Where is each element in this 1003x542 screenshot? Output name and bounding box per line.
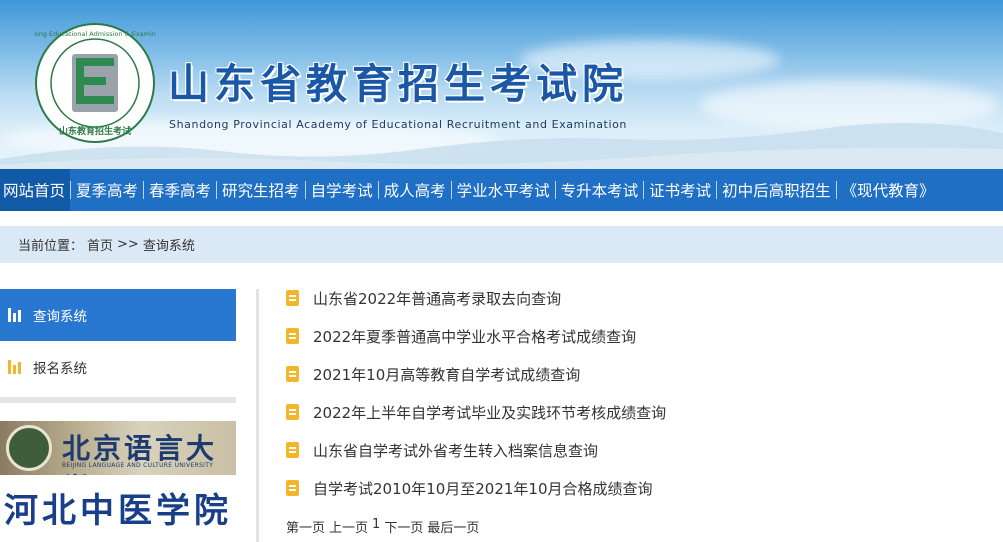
first-page-link[interactable]: 第一页	[286, 517, 325, 536]
document-icon	[286, 366, 299, 382]
sidebar-item-query-system[interactable]: 查询系统	[0, 289, 236, 341]
nav-item-self-study-exam[interactable]: 自学考试	[306, 169, 378, 211]
nav-item-summer-gaokao[interactable]: 夏季高考	[71, 169, 143, 211]
sidebar-item-label: 查询系统	[33, 309, 87, 325]
nav-item-adult-exam[interactable]: 成人高考	[379, 169, 451, 211]
breadcrumb-current: 查询系统	[142, 239, 195, 254]
nav-item-graduate-exam[interactable]: 研究生招考	[217, 169, 305, 211]
ad-banner-beijing-language-university[interactable]: 北京语言大学 BEIJING LANGUAGE AND CULTURE UNIV…	[0, 421, 236, 475]
sidebar: 查询系统 报名系统 北京语言大学 BEIJING LANGUAGE AND CU…	[0, 289, 236, 541]
document-icon	[286, 480, 299, 496]
nav-item-upgrade-exam[interactable]: 专升本考试	[556, 169, 644, 211]
header-banner: 山东教育招生考试 Shandong Educational Admission …	[0, 0, 1003, 169]
university-seal-icon	[6, 425, 52, 471]
document-icon	[286, 290, 299, 306]
site-subtitle: Shandong Provincial Academy of Education…	[169, 118, 628, 131]
list-item-link[interactable]: 2021年10月高等教育自学考试成绩查询	[313, 364, 580, 385]
breadcrumb-prefix: 当前位置：	[18, 239, 84, 254]
nav-item-modern-education[interactable]: 《现代教育》	[837, 169, 940, 211]
site-title: 山东省教育招生考试院	[168, 60, 628, 108]
breadcrumb-home-link[interactable]: 首页	[87, 235, 113, 254]
last-page-link[interactable]: 最后一页	[427, 517, 479, 536]
document-icon	[286, 442, 299, 458]
list-item-link[interactable]: 2022年夏季普通高中学业水平合格考试成绩查询	[313, 326, 636, 347]
list-item[interactable]: 山东省2022年普通高考录取去向查询	[286, 279, 986, 317]
logo-bottom-text: 山东教育招生考试	[59, 125, 131, 137]
list-item[interactable]: 2022年夏季普通高中学业水平合格考试成绩查询	[286, 317, 986, 355]
document-icon	[286, 404, 299, 420]
list-item-link[interactable]: 山东省自学考试外省考生转入档案信息查询	[313, 440, 598, 461]
nav-item-spring-gaokao[interactable]: 春季高考	[144, 169, 216, 211]
list-item-link[interactable]: 2022年上半年自学考试毕业及实践环节考核成绩查询	[313, 402, 666, 423]
ad-subtitle: BEIJING LANGUAGE AND CULTURE UNIVERSITY	[62, 462, 214, 469]
list-item-link[interactable]: 山东省2022年普通高考录取去向查询	[313, 288, 561, 309]
nav-item-vocational-enrollment[interactable]: 初中后高职招生	[717, 169, 836, 211]
logo-ring-text: Shandong Educational Admission & Examina…	[34, 30, 156, 38]
query-list: 山东省2022年普通高考录取去向查询 2022年夏季普通高中学业水平合格考试成绩…	[286, 279, 986, 507]
nav-item-home[interactable]: 网站首页	[0, 169, 71, 211]
ad-title: 河北中医学院	[4, 491, 232, 531]
sidebar-item-label: 报名系统	[33, 361, 87, 377]
content-divider	[256, 289, 259, 542]
nav-item-certificate-exam[interactable]: 证书考试	[644, 169, 716, 211]
list-item[interactable]: 自学考试2010年10月至2021年10月合格成绩查询	[286, 469, 986, 507]
bar-chart-icon	[8, 308, 24, 322]
bar-chart-icon	[8, 360, 24, 374]
list-item[interactable]: 2022年上半年自学考试毕业及实践环节考核成绩查询	[286, 393, 986, 431]
nav-item-proficiency-exam[interactable]: 学业水平考试	[452, 169, 555, 211]
list-item-link[interactable]: 自学考试2010年10月至2021年10月合格成绩查询	[313, 478, 653, 499]
list-item[interactable]: 2021年10月高等教育自学考试成绩查询	[286, 355, 986, 393]
prev-page-link[interactable]: 上一页	[329, 517, 368, 536]
next-page-link[interactable]: 下一页	[384, 517, 423, 536]
academy-logo: 山东教育招生考试 Shandong Educational Admission …	[34, 23, 156, 143]
pagination: 第一页 上一页 1 下一页 最后一页	[286, 517, 479, 536]
breadcrumb: 当前位置： 首页 >> 查询系统	[0, 226, 1003, 263]
ad-banner-hebei-tcm-college[interactable]: 河北中医学院	[0, 481, 236, 535]
current-page-number: 1	[372, 517, 381, 532]
document-icon	[286, 328, 299, 344]
list-item[interactable]: 山东省自学考试外省考生转入档案信息查询	[286, 431, 986, 469]
breadcrumb-separator: >>	[117, 237, 139, 252]
main-nav: 网站首页 夏季高考 春季高考 研究生招考 自学考试 成人高考 学业水平考试 专升…	[0, 169, 1003, 211]
sidebar-item-registration-system[interactable]: 报名系统	[0, 341, 236, 393]
